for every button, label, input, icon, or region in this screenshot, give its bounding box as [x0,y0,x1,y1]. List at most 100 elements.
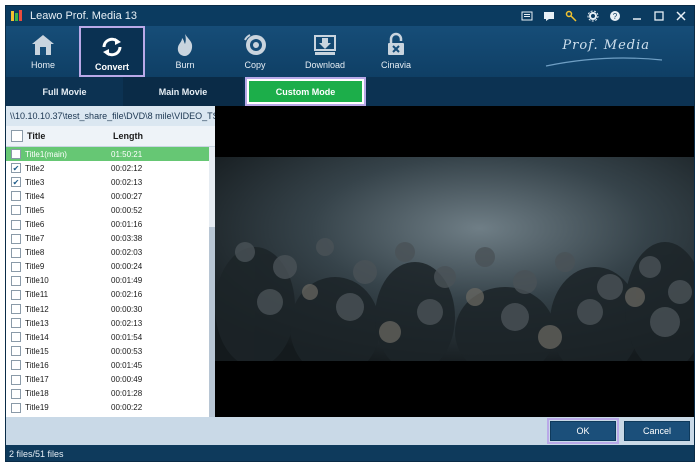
title-row[interactable]: Title18 00:01:28 [6,387,215,401]
title-name: Title18 [25,389,49,399]
title-row[interactable]: Title14 00:01:54 [6,330,215,344]
title-row[interactable]: Title11 00:02:16 [6,288,215,302]
title-row[interactable]: ✔ Title2 00:02:12 [6,161,215,175]
toolbar-download-button[interactable]: Download [292,26,358,77]
title-length: 00:01:16 [111,220,143,230]
title-checkbox[interactable] [11,149,21,160]
tab-main-movie[interactable]: Main Movie [123,77,243,106]
title-length: 00:01:49 [111,276,143,286]
title-name: Title12 [25,304,49,314]
close-icon[interactable] [672,7,690,25]
column-length-header[interactable]: Length [113,131,193,141]
title-checkbox[interactable] [11,360,21,371]
title-row[interactable]: Title7 00:03:38 [6,232,215,246]
title-name: Title19 [25,403,49,413]
title-length: 00:00:27 [111,191,143,201]
title-checkbox[interactable]: ✔ [11,177,21,188]
title-name: Title14 [25,332,49,342]
title-row[interactable]: Title9 00:00:24 [6,260,215,274]
title-name: Title3 [25,177,45,187]
app-title: Leawo Prof. Media 13 [30,10,138,22]
title-checkbox[interactable] [11,402,21,413]
title-checkbox[interactable] [11,261,21,272]
title-row[interactable]: Title17 00:00:49 [6,373,215,387]
title-length: 00:00:24 [111,262,143,272]
title-list-panel: \\10.10.10.37\test_share_file\DVD\8 mile… [6,106,215,417]
title-checkbox[interactable] [11,346,21,357]
title-row[interactable]: Title6 00:01:16 [6,217,215,231]
file-count-status: 2 files/51 files [9,449,64,459]
title-length: 00:02:13 [111,318,143,328]
title-checkbox[interactable] [11,388,21,399]
select-all-checkbox[interactable] [11,130,23,142]
message-icon[interactable] [540,7,558,25]
toolbar-burn-button[interactable]: Burn [152,26,218,77]
title-length: 00:03:38 [111,234,143,244]
convert-icon [102,37,122,57]
title-length: 00:02:12 [111,163,143,173]
title-row[interactable]: Title19 00:00:22 [6,401,215,415]
app-logo-icon [11,10,22,21]
toolbar-convert-button[interactable]: Convert [79,26,145,77]
title-name: Title11 [25,290,49,300]
title-length: 00:00:53 [111,346,143,356]
title-checkbox[interactable] [11,318,21,329]
title-name: Title15 [25,346,49,356]
title-length: 00:02:03 [111,248,143,258]
title-row[interactable]: ✔ Title3 00:02:13 [6,175,215,189]
cinavia-icon [388,32,404,55]
device-icon[interactable] [518,7,536,25]
title-checkbox[interactable] [11,219,21,230]
help-icon[interactable]: ? [606,7,624,25]
maximize-icon[interactable] [650,7,668,25]
title-name: Title8 [25,248,45,258]
title-length: 00:00:22 [111,403,143,413]
title-name: Title13 [25,318,49,328]
video-preview [215,106,694,417]
title-row[interactable]: Title5 00:00:52 [6,203,215,217]
ok-button[interactable]: OK [547,418,619,444]
tab-full-movie[interactable]: Full Movie [6,77,123,106]
tab-custom-mode[interactable]: Custom Mode [245,77,366,106]
toolbar-cinavia-button[interactable]: Cinavia [363,26,429,77]
title-row[interactable]: Title1(main) 01:50:21 [6,147,215,162]
title-row[interactable]: Title12 00:00:30 [6,302,215,316]
toolbar-home-button[interactable]: Home [10,26,76,77]
brand-logo: Prof. Media [562,38,650,53]
app-window: Leawo Prof. Media 13 ? Home Convert Burn… [5,5,695,462]
cancel-button[interactable]: Cancel [624,421,690,441]
title-row[interactable]: Title13 00:02:13 [6,316,215,330]
toolbar-copy-button[interactable]: Copy [222,26,288,77]
title-rows: Title1(main) 01:50:21 ✔ Title2 00:02:12 ✔ Titl… [6,147,215,417]
list-header: Title Length [6,126,215,147]
title-name: Title5 [25,205,45,215]
key-icon[interactable] [562,7,580,25]
title-row[interactable]: Title8 00:02:03 [6,246,215,260]
title-checkbox[interactable] [11,289,21,300]
minimize-icon[interactable] [628,7,646,25]
burn-icon [177,34,193,56]
status-bar: 2 files/51 files [6,445,694,461]
title-row[interactable]: Title10 00:01:49 [6,274,215,288]
svg-text:?: ? [613,12,618,21]
title-name: Title16 [25,360,49,370]
column-title-header[interactable]: Title [27,131,113,141]
title-row[interactable]: Title4 00:00:27 [6,189,215,203]
title-checkbox[interactable] [11,247,21,258]
title-checkbox[interactable] [11,233,21,244]
title-checkbox[interactable] [11,205,21,216]
title-name: Title1(main) [25,149,67,159]
title-checkbox[interactable] [11,275,21,286]
title-name: Title4 [25,191,45,201]
title-name: Title17 [25,375,49,385]
title-checkbox[interactable] [11,304,21,315]
title-checkbox[interactable] [11,374,21,385]
title-row[interactable]: Title16 00:01:45 [6,358,215,372]
title-length: 01:50:21 [111,149,143,159]
gear-icon[interactable] [584,7,602,25]
title-checkbox[interactable] [11,191,21,202]
title-checkbox[interactable]: ✔ [11,163,21,174]
title-checkbox[interactable] [11,332,21,343]
title-length: 00:02:16 [111,290,143,300]
title-row[interactable]: Title15 00:00:53 [6,344,215,358]
